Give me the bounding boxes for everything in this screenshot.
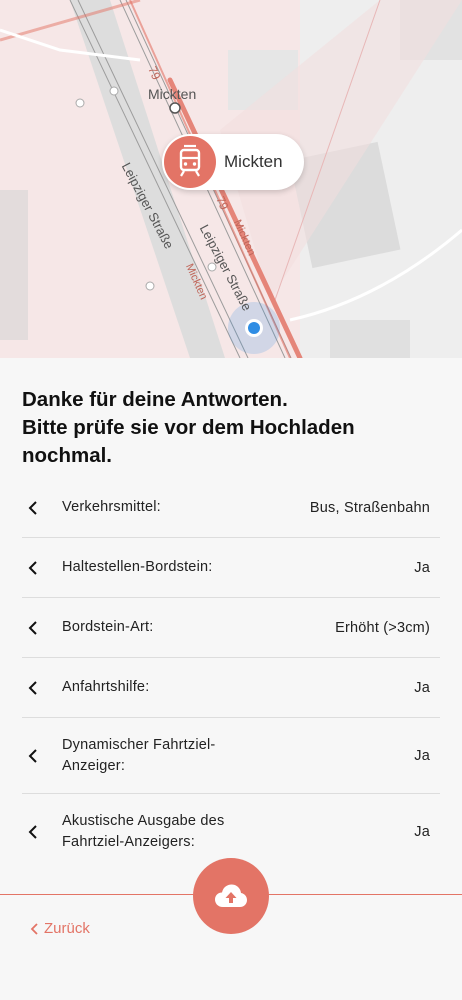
- chevron-left-icon[interactable]: [22, 560, 62, 575]
- chevron-left-icon[interactable]: [22, 620, 62, 635]
- back-link[interactable]: Zurück: [30, 920, 90, 937]
- upload-button[interactable]: [193, 858, 269, 934]
- chevron-left-icon[interactable]: [22, 748, 62, 763]
- tram-icon: [164, 136, 216, 188]
- map-view[interactable]: Mickten Leipziger Straße Leipziger Straß…: [0, 0, 462, 358]
- answer-row-verkehrsmittel[interactable]: Verkehrsmittel: Bus, Straßenbahn: [22, 478, 440, 538]
- answer-row-dynamischer-fahrtziel-anzeiger[interactable]: Dynamischer Fahrtziel- Anzeiger: Ja: [22, 718, 440, 794]
- summary-sheet: Danke für deine Antworten. Bitte prüfe s…: [0, 358, 462, 1000]
- answer-label: Dynamischer Fahrtziel- Anzeiger:: [62, 736, 216, 774]
- map-stop-label: Mickten: [148, 86, 197, 102]
- answer-value: Ja: [414, 679, 430, 696]
- stop-marker-bubble[interactable]: Mickten: [162, 134, 304, 190]
- stop-name: Mickten: [224, 152, 283, 171]
- answer-value: Erhöht (>3cm): [335, 619, 430, 636]
- answer-value: Bus, Straßenbahn: [309, 499, 430, 516]
- answer-label: Akustische Ausgabe des Fahrtziel-Anzeige…: [62, 812, 225, 850]
- answer-label: Haltestellen-Bordstein:: [62, 559, 213, 575]
- answer-row-anfahrtshilfe[interactable]: Anfahrtshilfe: Ja: [22, 658, 440, 718]
- answer-value: Ja: [414, 823, 430, 840]
- chevron-left-icon[interactable]: [22, 500, 62, 515]
- answer-value: Ja: [414, 559, 430, 576]
- chevron-left-icon[interactable]: [22, 824, 62, 839]
- chevron-left-icon[interactable]: [22, 680, 62, 695]
- chevron-left-icon: [30, 922, 38, 935]
- answer-row-bordstein-art[interactable]: Bordstein-Art: Erhöht (>3cm): [22, 598, 440, 658]
- answer-label: Anfahrtshilfe:: [62, 679, 150, 695]
- back-label: Zurück: [44, 920, 90, 937]
- answer-value: Ja: [414, 747, 430, 764]
- summary-heading: Danke für deine Antworten. Bitte prüfe s…: [22, 388, 355, 467]
- answer-list: Verkehrsmittel: Bus, Straßenbahn Haltest…: [22, 478, 440, 869]
- answer-label: Bordstein-Art:: [62, 619, 154, 635]
- answer-row-haltestellen-bordstein[interactable]: Haltestellen-Bordstein: Ja: [22, 538, 440, 598]
- answer-label: Verkehrsmittel:: [62, 499, 161, 515]
- cloud-upload-icon: [215, 884, 247, 907]
